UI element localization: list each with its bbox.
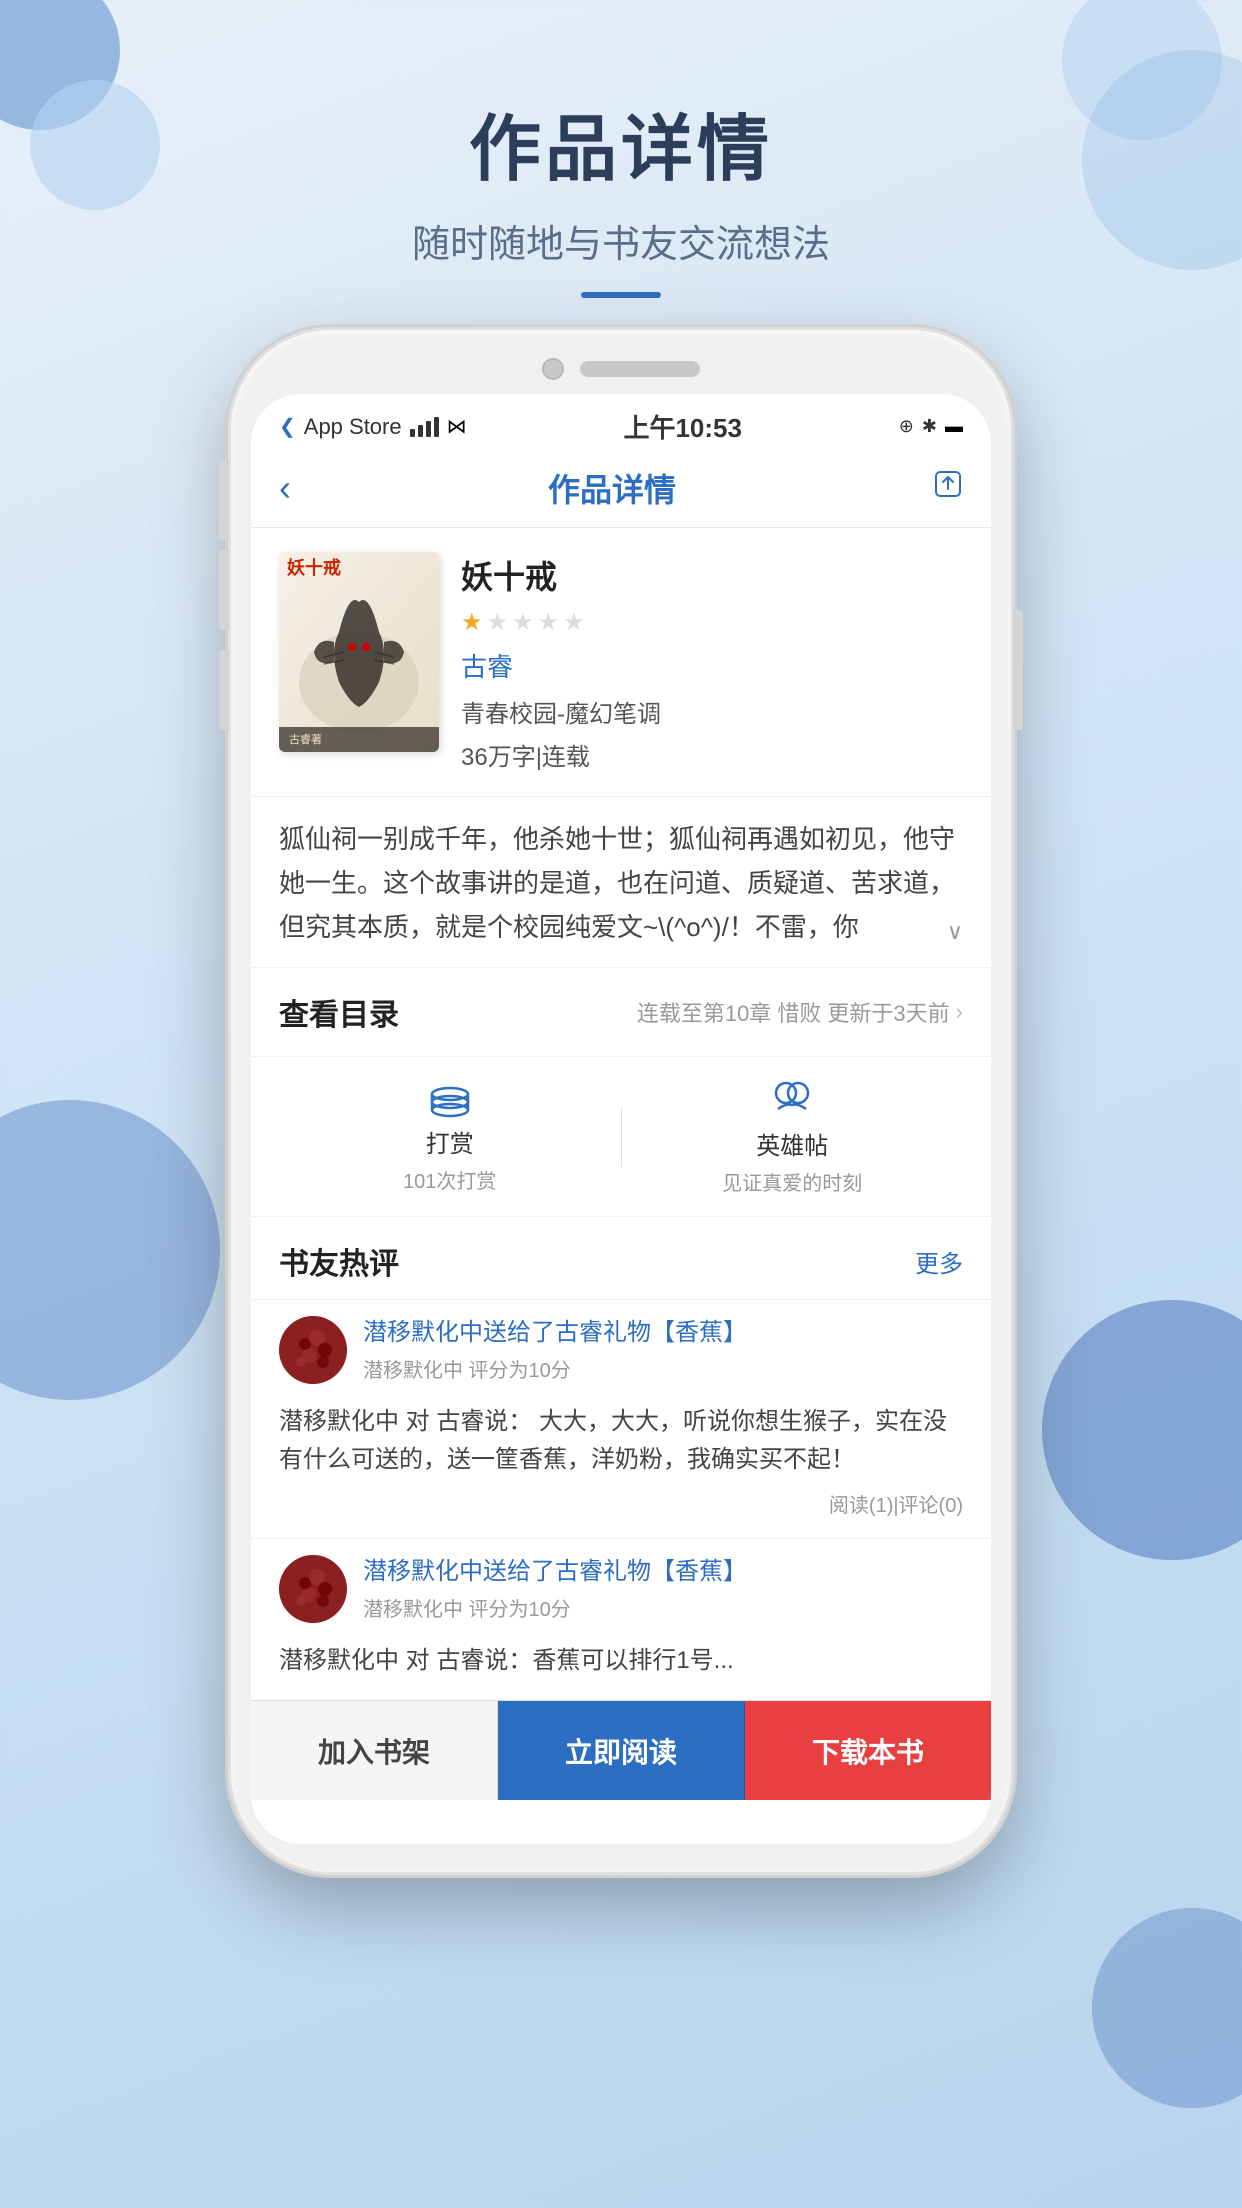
review-meta-2: 潜移默化中 评分为10分	[363, 1593, 963, 1622]
book-author[interactable]: 古睿	[461, 647, 963, 684]
bg-decoration-6	[1042, 1300, 1242, 1560]
front-camera	[542, 358, 564, 380]
serial-info: 连载至第10章 惜败	[637, 996, 822, 1028]
review-top-2: 潜移默化中送给了古睿礼物【香蕉】 潜移默化中 评分为10分	[279, 1555, 963, 1632]
star-3: ★	[512, 608, 534, 637]
hero-post-sub: 见证真爱的时刻	[722, 1167, 862, 1196]
book-desc-text: 狐仙祠一别成千年，他杀她十世；狐仙祠再遇如初见，他守她一生。这个故事讲的是道，也…	[279, 817, 963, 947]
read-now-button[interactable]: 立即阅读	[498, 1701, 745, 1800]
status-left: ❮ App Store ⋈	[279, 414, 467, 440]
review-content-2: 潜移默化中 对 古睿说：香蕉可以排行1号...	[279, 1642, 963, 1680]
review-meta-1: 潜移默化中 评分为10分	[363, 1354, 963, 1383]
review-avatar-2	[279, 1555, 347, 1623]
title-underline	[581, 292, 661, 298]
action-reward[interactable]: 打赏 101次打赏	[279, 1080, 621, 1194]
status-carrier: App Store	[304, 414, 402, 440]
review-avatar-1	[279, 1316, 347, 1384]
book-description: 狐仙祠一别成千年，他杀她十世；狐仙祠再遇如初见，他守她一生。这个故事讲的是道，也…	[251, 797, 991, 968]
star-5: ★	[563, 608, 585, 637]
book-title: 妖十戒	[461, 552, 963, 598]
review-footer-1: 阅读(1)|评论(0)	[279, 1489, 963, 1518]
status-right: ⊕ ✱ ▬	[899, 416, 963, 437]
reviews-header: 书友热评 更多	[251, 1217, 991, 1299]
page-subtitle: 随时随地与书友交流想法	[0, 213, 1242, 268]
battery-icon: ▬	[945, 416, 963, 437]
expand-icon[interactable]: ∨	[947, 919, 963, 945]
catalog-arrow-icon: ›	[956, 999, 963, 1025]
hero-post-label: 英雄帖	[756, 1126, 828, 1161]
share-button[interactable]	[933, 469, 963, 507]
back-button[interactable]: ‹	[279, 467, 291, 509]
reward-label: 打赏	[426, 1124, 474, 1159]
star-1: ★	[461, 608, 483, 637]
svg-text:古睿著: 古睿著	[289, 732, 322, 746]
status-back-icon: ❮	[279, 414, 296, 439]
review-top-1: 潜移默化中送给了古睿礼物【香蕉】 潜移默化中 评分为10分	[279, 1316, 963, 1393]
actions-row: 打赏 101次打赏 英雄帖 见证真爱的时刻	[251, 1057, 991, 1217]
review-content-1: 潜移默化中 对 古睿说： 大大，大大，听说你想生猴子，实在没有什么可送的，送一筐…	[279, 1403, 963, 1480]
bg-decoration-7	[1092, 1908, 1242, 2108]
svg-text:妖十戒: 妖十戒	[287, 557, 341, 578]
book-words: 36万字|连载	[461, 737, 963, 772]
phone-outer: ❮ App Store ⋈ 上午10:53 ⊕ ✱ ▬	[231, 330, 1011, 1872]
signal-bar-4	[434, 417, 439, 437]
book-details: 妖十戒 ★ ★ ★ ★ ★ 古睿 青春校园-魔幻笔调 36万字|连载	[461, 552, 963, 772]
review-item-1: 潜移默化中送给了古睿礼物【香蕉】 潜移默化中 评分为10分 潜移默化中 对 古睿…	[251, 1299, 991, 1538]
wifi-icon: ⋈	[447, 414, 467, 439]
download-button[interactable]: 下载本书	[745, 1701, 991, 1800]
star-2: ★	[487, 608, 509, 637]
review-title-1: 潜移默化中送给了古睿礼物【香蕉】	[363, 1316, 963, 1350]
catalog-info: 连载至第10章 惜败 更新于3天前 ›	[637, 996, 963, 1028]
status-time: 上午10:53	[623, 408, 742, 445]
reviews-section: 书友热评 更多	[251, 1217, 991, 1700]
book-cover: 妖十戒 古睿著	[279, 552, 439, 752]
signal-bar-2	[418, 425, 423, 437]
page-title: 作品详情	[0, 90, 1242, 195]
review-right-1: 潜移默化中送给了古睿礼物【香蕉】 潜移默化中 评分为10分	[363, 1316, 963, 1393]
reviews-more-button[interactable]: 更多	[915, 1244, 963, 1279]
star-4: ★	[538, 608, 560, 637]
phone-screen: ❮ App Store ⋈ 上午10:53 ⊕ ✱ ▬	[251, 394, 991, 1844]
catalog-label: 查看目录	[279, 990, 399, 1034]
review-right-2: 潜移默化中送给了古睿礼物【香蕉】 潜移默化中 评分为10分	[363, 1555, 963, 1632]
nav-bar: ‹ 作品详情	[251, 453, 991, 528]
phone-top-bar	[251, 358, 991, 380]
book-info: 妖十戒 古睿著 妖十戒 ★ ★ ★ ★ ★ 古睿	[251, 528, 991, 797]
review-item-2: 潜移默化中送给了古睿礼物【香蕉】 潜移默化中 评分为10分 潜移默化中 对 古睿…	[251, 1538, 991, 1700]
nav-title: 作品详情	[548, 465, 676, 511]
review-title-2: 潜移默化中送给了古睿礼物【香蕉】	[363, 1555, 963, 1589]
page-header: 作品详情 随时随地与书友交流想法	[0, 90, 1242, 298]
add-shelf-button[interactable]: 加入书架	[251, 1701, 498, 1800]
reviews-title: 书友热评	[279, 1239, 399, 1283]
update-info: 更新于3天前	[827, 996, 949, 1028]
book-genre: 青春校园-魔幻笔调	[461, 694, 963, 729]
signal-bars	[410, 417, 439, 437]
bottom-action-bar: 加入书架 立即阅读 下载本书	[251, 1700, 991, 1800]
coins-icon	[428, 1080, 472, 1118]
action-hero-post[interactable]: 英雄帖 见证真爱的时刻	[622, 1077, 964, 1196]
signal-bar-1	[410, 429, 415, 437]
signal-bar-3	[426, 421, 431, 437]
bluetooth-icon: ✱	[922, 416, 937, 437]
location-icon: ⊕	[899, 416, 914, 437]
catalog-section[interactable]: 查看目录 连载至第10章 惜败 更新于3天前 ›	[251, 968, 991, 1057]
phone-speaker	[580, 361, 700, 377]
status-bar: ❮ App Store ⋈ 上午10:53 ⊕ ✱ ▬	[251, 394, 991, 453]
hero-post-icon	[770, 1077, 814, 1120]
star-rating: ★ ★ ★ ★ ★	[461, 608, 963, 637]
bg-decoration-5	[0, 1100, 220, 1400]
phone-mockup: ❮ App Store ⋈ 上午10:53 ⊕ ✱ ▬	[231, 330, 1011, 1872]
reward-sub: 101次打赏	[403, 1165, 496, 1194]
